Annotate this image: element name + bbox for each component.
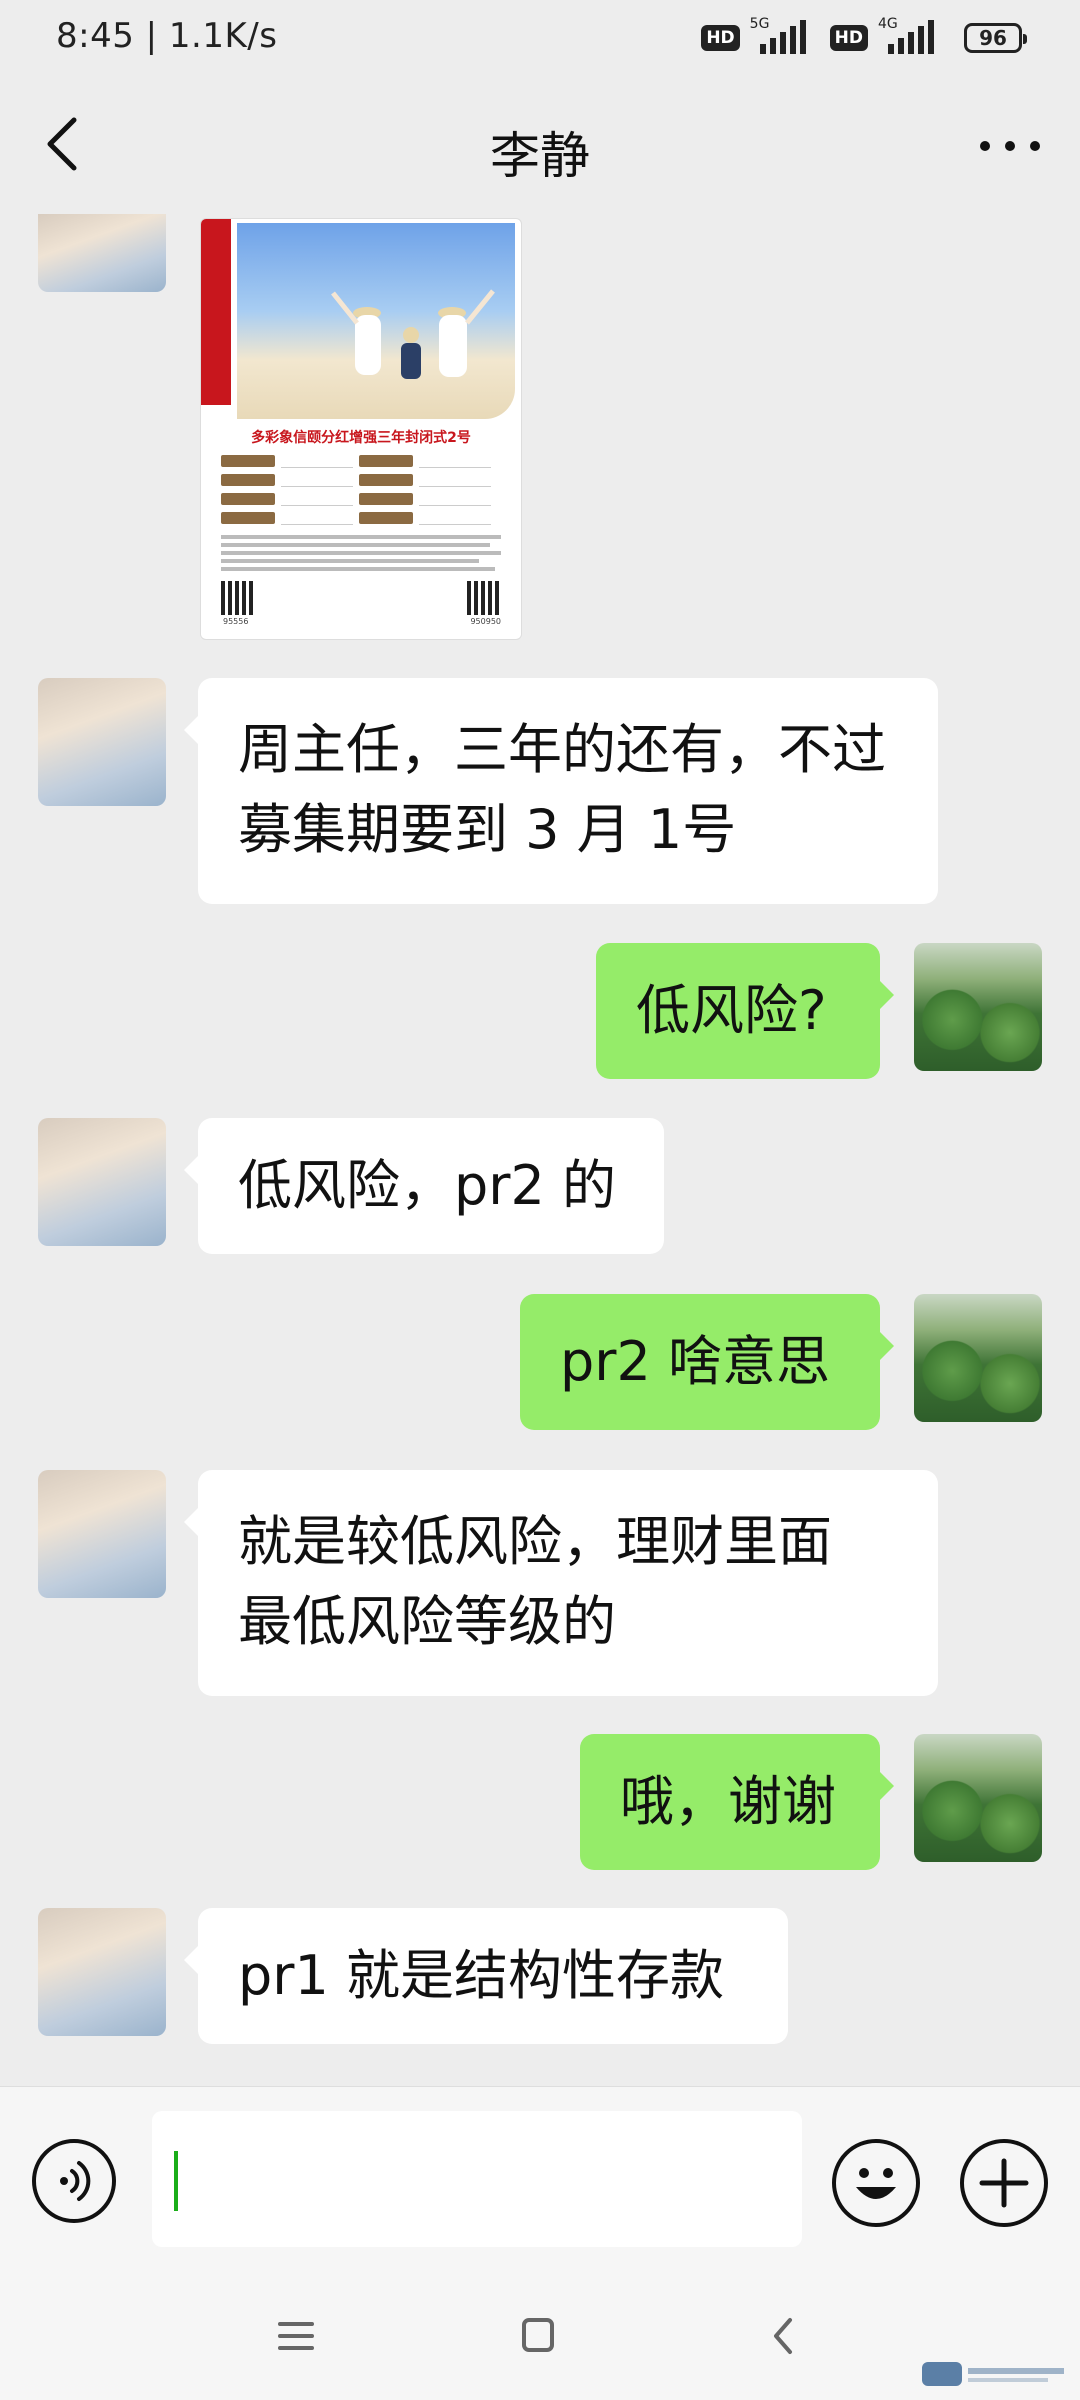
text-caret — [174, 2151, 178, 2211]
input-bar — [0, 2086, 1080, 2273]
avatar[interactable] — [38, 678, 166, 806]
back-icon[interactable] — [754, 2312, 814, 2360]
poster-red-bar — [201, 219, 231, 405]
signal-5g-icon: 5G — [750, 16, 820, 58]
home-icon[interactable] — [508, 2312, 568, 2360]
avatar[interactable] — [38, 1118, 166, 1246]
message-input[interactable] — [152, 2111, 802, 2247]
system-navigation-bar — [0, 2272, 1080, 2400]
message-bubble[interactable]: 低风险，pr2 的 — [184, 1118, 664, 1254]
poster-body-text — [221, 535, 501, 575]
poster-table — [221, 455, 501, 531]
avatar[interactable] — [38, 1908, 166, 2036]
menu-icon[interactable] — [266, 2312, 326, 2360]
hd-badge-2: HD — [829, 25, 868, 51]
status-bar: 8:45 | 1.1K/s HD 5G HD 4G 96 — [0, 0, 1080, 76]
poster-code-left: 95556 — [223, 617, 249, 626]
avatar[interactable] — [914, 1734, 1042, 1862]
message-bubble[interactable]: 低风险? — [596, 943, 894, 1079]
chat-image-poster[interactable]: 多彩象信颐分红增强三年封闭式2号 95556 950950 — [200, 218, 522, 640]
message-bubble[interactable]: 就是较低风险，理财里面 最低风险等级的 — [184, 1470, 938, 1696]
chat-header: 李静 — [0, 76, 1080, 216]
avatar[interactable] — [914, 943, 1042, 1071]
status-icons: HD 5G HD 4G 96 — [701, 16, 1027, 58]
more-dots-icon[interactable] — [980, 136, 1040, 156]
qr-code — [467, 581, 501, 615]
status-time: 8:45 | 1.1K/s — [56, 16, 278, 56]
hd-badge: HD — [701, 25, 740, 51]
poster-code-right: 950950 — [470, 617, 501, 626]
signal-4g-icon: 4G — [878, 16, 948, 58]
poster-title: 多彩象信颐分红增强三年封闭式2号 — [251, 430, 471, 446]
message-bubble[interactable]: 周主任，三年的还有，不过 募集期要到 3 月 1号 — [184, 678, 938, 904]
family-illustration — [331, 289, 495, 379]
avatar[interactable] — [38, 1470, 166, 1598]
message-bubble[interactable]: pr1 就是结构性存款 — [184, 1908, 788, 2044]
message-bubble[interactable]: pr2 啥意思 — [520, 1294, 894, 1430]
watermark-logo — [922, 2362, 1064, 2386]
battery-icon: 96 — [964, 23, 1027, 53]
poster-photo — [237, 223, 515, 419]
avatar[interactable] — [38, 214, 166, 292]
message-bubble[interactable]: 哦，谢谢 — [580, 1734, 894, 1870]
emoji-icon[interactable] — [832, 2139, 920, 2227]
avatar[interactable] — [914, 1294, 1042, 1422]
battery-level: 96 — [979, 26, 1007, 50]
plus-icon[interactable] — [960, 2139, 1048, 2227]
chat-title: 李静 — [490, 127, 590, 185]
voice-icon[interactable] — [32, 2139, 116, 2223]
qr-code — [221, 581, 255, 615]
